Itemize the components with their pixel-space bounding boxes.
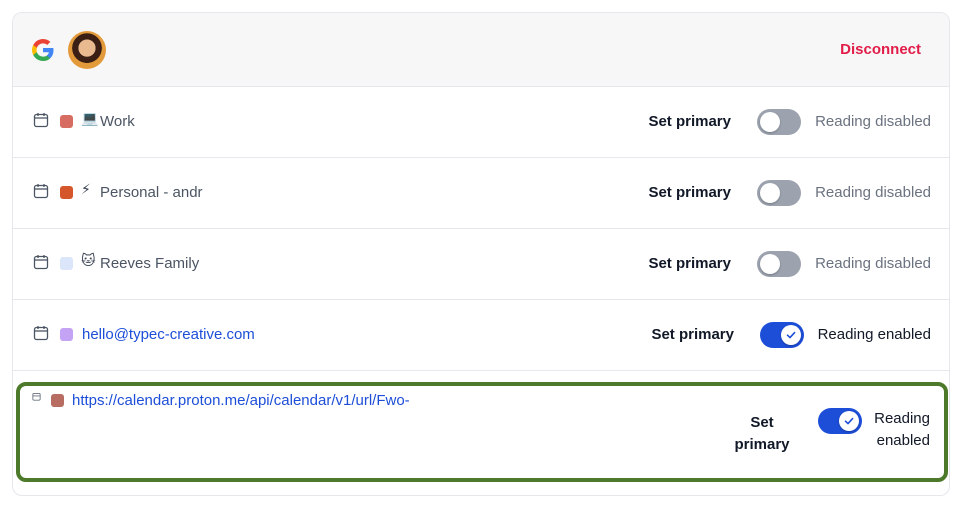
calendar-emoji: 🐱 — [81, 253, 96, 269]
calendar-color-swatch — [60, 186, 73, 199]
reading-status: Reading disabled — [815, 113, 931, 130]
calendar-name-link[interactable]: hello@typec-creative.com — [82, 326, 255, 343]
reading-toggle[interactable] — [757, 109, 801, 135]
calendar-icon — [33, 326, 49, 341]
reading-status: Reading enabled — [874, 410, 930, 449]
calendar-row-work: 💻 Work Set primary Reading disabled — [13, 87, 949, 158]
account-header: Disconnect — [13, 13, 949, 87]
reading-status: Reading disabled — [815, 255, 931, 272]
calendar-row-family: 🐱 Reeves Family Set primary Reading disa… — [13, 229, 949, 300]
calendar-name-link[interactable]: https://calendar.proton.me/api/calendar/… — [72, 392, 410, 409]
toggle-knob — [760, 183, 780, 203]
calendar-icon — [33, 184, 49, 199]
set-primary-button[interactable]: Set primary — [648, 184, 731, 201]
set-primary-button[interactable]: Set primary — [651, 326, 734, 343]
checkmark-icon — [844, 417, 854, 425]
calendar-color-swatch — [60, 115, 73, 128]
reading-toggle[interactable] — [757, 251, 801, 277]
disconnect-button[interactable]: Disconnect — [840, 41, 921, 58]
calendar-row-personal: ⚡ Personal - andr Set primary Reading di… — [13, 158, 949, 229]
calendar-row-email: hello@typec-creative.com Set primary Rea… — [13, 300, 949, 371]
calendar-row-proton-url: https://calendar.proton.me/api/calendar/… — [16, 382, 948, 482]
toggle-knob — [760, 254, 780, 274]
toggle-knob — [760, 112, 780, 132]
google-logo-icon — [32, 39, 54, 61]
reading-toggle[interactable] — [760, 322, 804, 348]
calendar-account-card: Disconnect 💻 Work Set primary Reading di… — [12, 12, 950, 496]
calendar-icon — [32, 392, 41, 401]
calendar-name: Personal - andr — [100, 184, 203, 201]
set-primary-button[interactable]: Set primary — [732, 412, 792, 456]
toggle-knob — [839, 411, 859, 431]
user-avatar-icon[interactable] — [68, 31, 106, 69]
toggle-knob — [781, 325, 801, 345]
calendar-color-swatch — [51, 394, 64, 407]
calendar-icon — [33, 113, 49, 128]
calendar-icon — [33, 255, 49, 270]
set-primary-button[interactable]: Set primary — [648, 113, 731, 130]
reading-status: Reading disabled — [815, 184, 931, 201]
set-primary-button[interactable]: Set primary — [648, 255, 731, 272]
reading-status: Reading enabled — [817, 326, 931, 343]
calendar-emoji: ⚡ — [81, 182, 91, 198]
calendar-color-swatch — [60, 257, 73, 270]
calendar-name: Work — [100, 113, 135, 130]
calendar-color-swatch — [60, 328, 73, 341]
reading-toggle[interactable] — [818, 408, 862, 434]
calendar-name: Reeves Family — [100, 255, 200, 272]
reading-toggle[interactable] — [757, 180, 801, 206]
checkmark-icon — [786, 331, 796, 339]
calendar-emoji: 💻 — [81, 111, 99, 127]
